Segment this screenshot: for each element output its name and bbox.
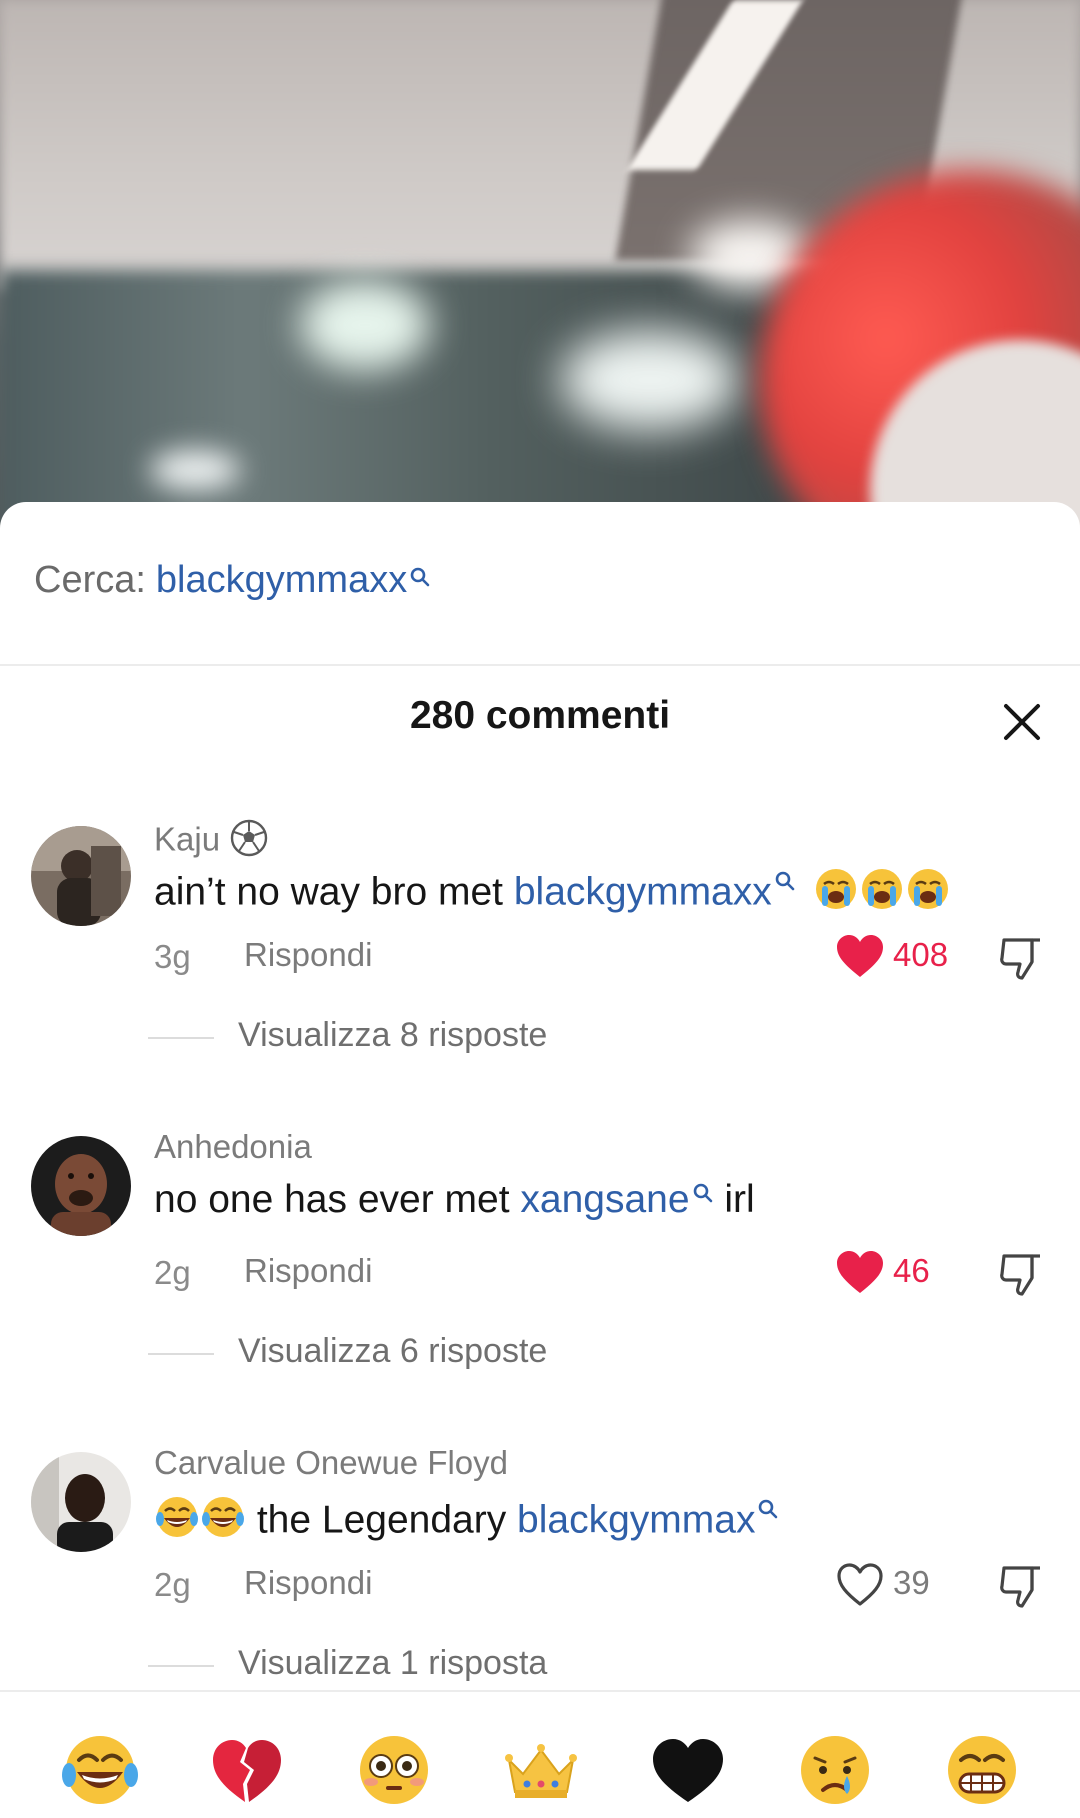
flushed-face-icon[interactable] (354, 1730, 434, 1810)
search-icon (757, 1486, 779, 1530)
view-replies-button[interactable]: Visualizza 8 risposte (238, 1016, 547, 1055)
comment-time: 2g (154, 1254, 191, 1291)
divider (0, 1690, 1080, 1692)
quick-emoji-bar (0, 1730, 1080, 1810)
video-background[interactable] (0, 0, 1080, 530)
crown-icon[interactable] (501, 1730, 581, 1810)
dislike-icon[interactable] (996, 1250, 1044, 1298)
divider-line (148, 1665, 214, 1667)
reply-button[interactable]: Rispondi (244, 1252, 372, 1290)
divider (0, 664, 1080, 666)
divider-line (148, 1353, 214, 1355)
loudly-crying-face-icon (813, 866, 859, 922)
comment-time: 3g (154, 938, 191, 975)
search-icon (409, 555, 431, 598)
dislike-icon[interactable] (996, 1562, 1044, 1610)
search-icon (774, 858, 796, 902)
search-prefix: Cerca: (34, 558, 146, 601)
tears-of-joy-face-icon (200, 1494, 246, 1550)
mention-link[interactable]: xangsane (520, 1178, 689, 1221)
reply-button[interactable]: Rispondi (244, 936, 372, 974)
comment-text: no one has ever met xangsane irl (154, 1178, 755, 1222)
search-icon (692, 1170, 714, 1214)
avatar[interactable] (31, 1452, 131, 1552)
divider-line (148, 1037, 214, 1039)
comment-username[interactable]: Anhedonia (154, 1128, 312, 1166)
search-suggestion[interactable]: Cerca: blackgymmaxx (34, 552, 431, 608)
loudly-crying-face-icon (859, 866, 905, 922)
like-count: 39 (893, 1564, 930, 1601)
dislike-icon[interactable] (996, 934, 1044, 982)
comment-text: ain’t no way bro met blackgymmaxx (154, 866, 951, 922)
like-count: 46 (893, 1252, 930, 1289)
comment-text: the Legendary blackgymmax (154, 1494, 779, 1550)
broken-heart-icon[interactable] (207, 1730, 287, 1810)
view-replies-button[interactable]: Visualizza 6 risposte (238, 1332, 547, 1371)
comments-count-title: 280 commenti (409, 694, 671, 737)
grinning-face-icon[interactable] (942, 1730, 1022, 1810)
heart-filled-icon[interactable] (835, 934, 885, 980)
comment-time: 2g (154, 1566, 191, 1603)
heart-outline-icon[interactable] (835, 1562, 885, 1608)
loudly-crying-face-icon (905, 866, 951, 922)
mention-link[interactable]: blackgymmax (517, 1498, 755, 1541)
avatar[interactable] (31, 1136, 131, 1236)
reply-button[interactable]: Rispondi (244, 1564, 372, 1602)
close-icon[interactable] (1000, 700, 1044, 744)
soccer-ball-icon (229, 818, 269, 866)
view-replies-button[interactable]: Visualizza 1 risposta (238, 1644, 547, 1683)
mention-link[interactable]: blackgymmaxx (514, 870, 772, 913)
comment-username[interactable]: Carvalue Onewue Floyd (154, 1444, 508, 1482)
comment-username[interactable]: Kaju (154, 818, 269, 866)
black-heart-icon[interactable] (648, 1730, 728, 1810)
like-count: 408 (893, 936, 949, 973)
tears-of-joy-face-icon[interactable] (60, 1730, 140, 1810)
heart-filled-icon[interactable] (835, 1250, 885, 1296)
avatar[interactable] (31, 826, 131, 926)
tears-of-joy-face-icon (154, 1494, 200, 1550)
crying-face-icon[interactable] (795, 1730, 875, 1810)
search-term-link[interactable]: blackgymmaxx (156, 559, 407, 602)
